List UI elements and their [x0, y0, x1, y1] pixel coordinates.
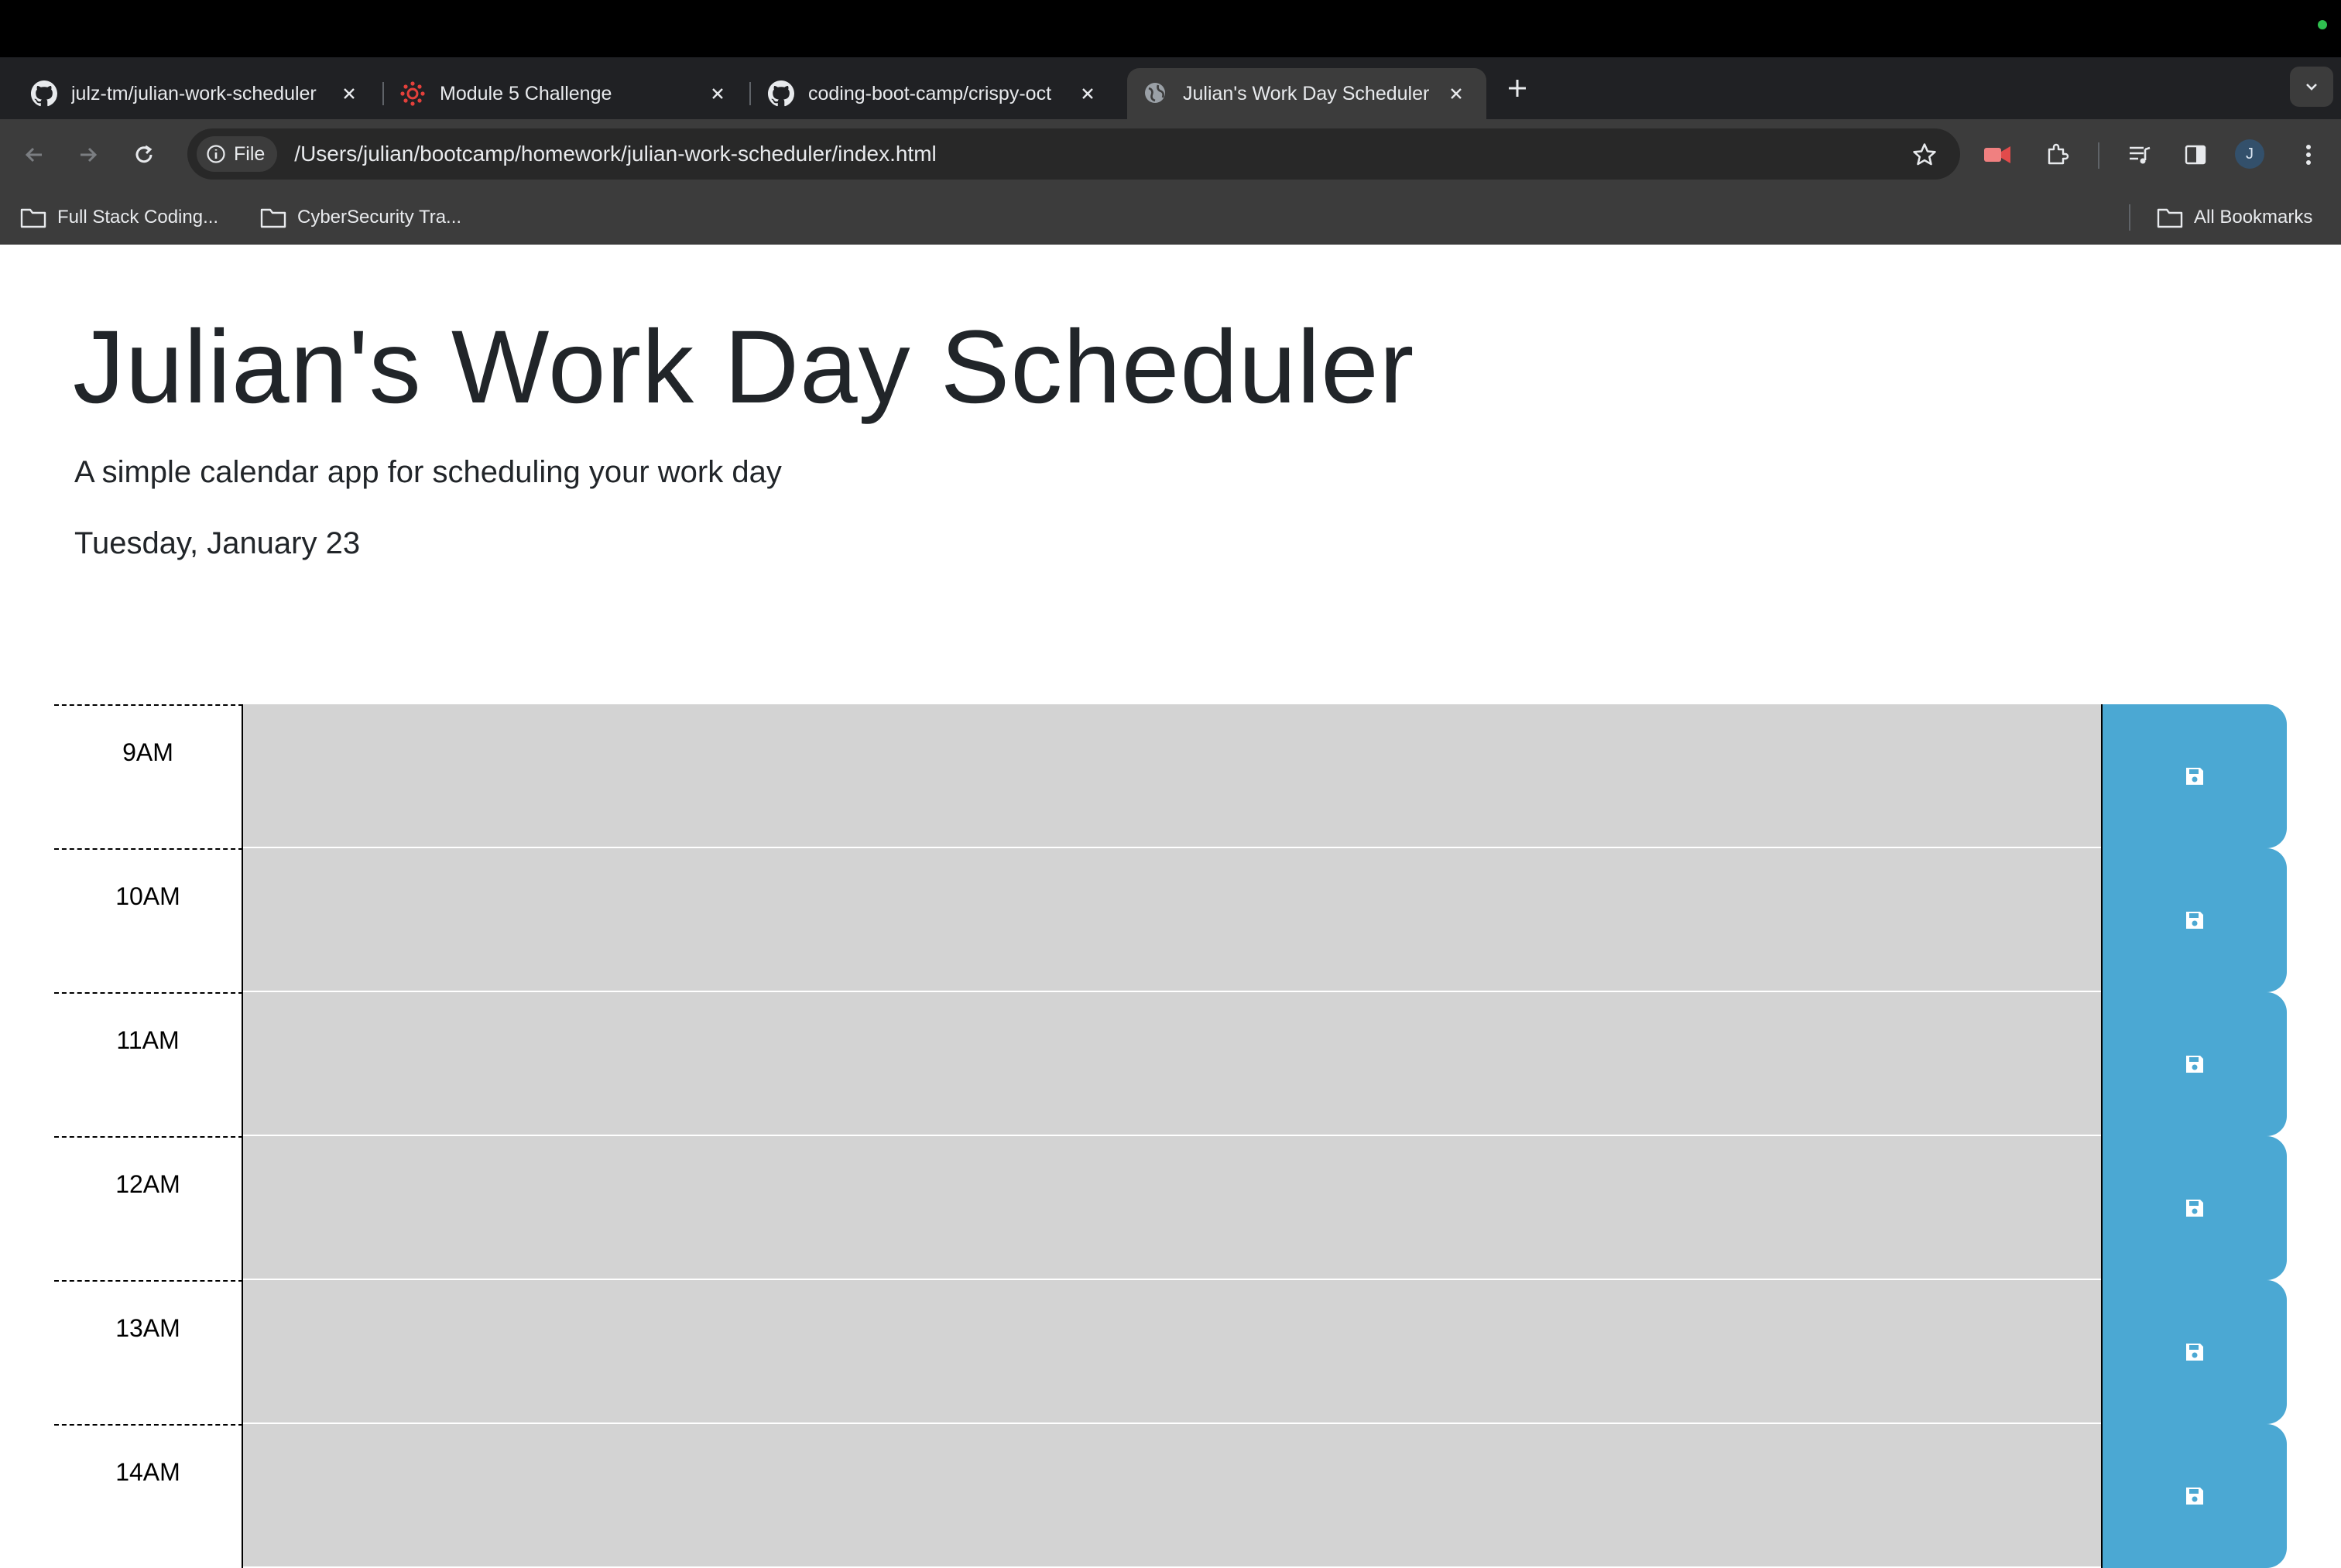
tab-crispy-oct-repo[interactable]: coding-boot-camp/crispy-oct [752, 68, 1118, 119]
bookmark-star-icon[interactable] [1909, 139, 1940, 170]
time-block: 12AM [54, 1136, 2287, 1280]
extensions-puzzle-icon[interactable] [2039, 136, 2076, 173]
save-button[interactable] [2101, 992, 2287, 1136]
time-block: 14AM [54, 1424, 2287, 1568]
save-button[interactable] [2101, 1280, 2287, 1424]
page-content: Julian's Work Day Scheduler A simple cal… [0, 245, 2341, 1568]
url-text[interactable]: /Users/julian/bootcamp/homework/julian-w… [294, 142, 936, 166]
tab-title: coding-boot-camp/crispy-oct [808, 82, 1052, 104]
globe-icon [1143, 80, 1169, 107]
hour-label: 14AM [54, 1424, 243, 1568]
close-tab-icon[interactable] [1076, 82, 1099, 105]
forward-arrow-icon[interactable] [71, 138, 105, 172]
github-icon [768, 80, 794, 107]
scheme-chip-label: File [234, 142, 266, 165]
all-bookmarks-label: All Bookmarks [2194, 207, 2313, 228]
page-title: Julian's Work Day Scheduler [73, 310, 1415, 425]
tab-title: Module 5 Challenge [440, 82, 612, 104]
site-info-chip[interactable]: File [197, 136, 278, 172]
tab-title: julz-tm/julian-work-scheduler [71, 82, 317, 104]
page-subtitle: A simple calendar app for scheduling you… [74, 455, 782, 489]
github-icon [31, 80, 57, 107]
recording-indicator-icon [2318, 20, 2327, 29]
canvas-icon [399, 80, 426, 107]
tab-divider [749, 82, 751, 105]
event-description-input[interactable] [243, 1280, 2101, 1424]
floppy-disk-save-icon [2186, 1488, 2203, 1505]
floppy-disk-save-icon [2186, 912, 2203, 929]
save-button[interactable] [2101, 1136, 2287, 1280]
time-block: 13AM [54, 1280, 2287, 1424]
system-top-bar [0, 0, 2341, 57]
time-block: 9AM [54, 704, 2287, 848]
address-bar[interactable]: File /Users/julian/bootcamp/homework/jul… [187, 128, 1960, 180]
tab-strip: julz-tm/julian-work-scheduler Module 5 C… [0, 57, 2341, 119]
floppy-disk-save-icon [2186, 1200, 2203, 1217]
hour-label: 12AM [54, 1136, 243, 1280]
close-tab-icon[interactable] [706, 82, 729, 105]
more-menu-icon[interactable] [2290, 136, 2327, 173]
close-tab-icon[interactable] [338, 82, 361, 105]
hour-label: 10AM [54, 848, 243, 992]
event-description-input[interactable] [243, 704, 2101, 848]
hour-label: 13AM [54, 1280, 243, 1424]
tab-search-chevron-down-icon[interactable] [2290, 67, 2333, 107]
save-button[interactable] [2101, 848, 2287, 992]
bookmark-label: CyberSecurity Tra... [297, 207, 462, 228]
tab-julian-work-scheduler-repo[interactable]: julz-tm/julian-work-scheduler [15, 68, 379, 119]
folder-icon [20, 208, 46, 228]
event-description-input[interactable] [243, 1136, 2101, 1280]
current-day: Tuesday, January 23 [74, 526, 361, 560]
close-tab-icon[interactable] [1445, 82, 1468, 105]
side-panel-icon[interactable] [2177, 136, 2214, 173]
floppy-disk-save-icon [2186, 1056, 2203, 1073]
back-arrow-icon[interactable] [17, 138, 51, 172]
reload-icon[interactable] [127, 138, 161, 172]
info-icon [207, 145, 225, 163]
floppy-disk-save-icon [2186, 1344, 2203, 1361]
save-button[interactable] [2101, 704, 2287, 848]
event-description-input[interactable] [243, 1424, 2101, 1568]
floppy-disk-save-icon [2186, 768, 2203, 785]
time-block: 10AM [54, 848, 2287, 992]
profile-avatar[interactable]: J [2235, 139, 2264, 169]
tab-module-5-challenge[interactable]: Module 5 Challenge [384, 68, 748, 119]
time-block: 11AM [54, 992, 2287, 1136]
bookmarks-bar: Full Stack Coding... CyberSecurity Tra..… [0, 190, 2341, 245]
folder-icon [260, 208, 286, 228]
bookmark-folder-full-stack[interactable]: Full Stack Coding... [20, 201, 218, 234]
hour-label: 9AM [54, 704, 243, 848]
browser-toolbar: File /Users/julian/bootcamp/homework/jul… [0, 119, 2341, 190]
tab-title: Julian's Work Day Scheduler [1183, 82, 1430, 104]
folder-icon [2157, 208, 2183, 228]
bookmarks-divider [2129, 204, 2130, 231]
toolbar-divider [2098, 142, 2099, 169]
media-controls-icon[interactable] [2121, 136, 2158, 173]
hour-label: 11AM [54, 992, 243, 1136]
bookmark-folder-cybersecurity[interactable]: CyberSecurity Tra... [260, 201, 461, 234]
new-tab-plus-icon[interactable] [1500, 71, 1534, 105]
event-description-input[interactable] [243, 992, 2101, 1136]
tab-work-day-scheduler[interactable]: Julian's Work Day Scheduler [1127, 68, 1486, 119]
time-block-list: 9AM 10AM 11AM 12AM 13AM 14AM [54, 704, 2287, 1568]
screen-recorder-extension-icon[interactable] [1979, 136, 2016, 173]
bookmark-label: Full Stack Coding... [57, 207, 219, 228]
event-description-input[interactable] [243, 848, 2101, 992]
all-bookmarks-folder[interactable]: All Bookmarks [2157, 201, 2312, 234]
save-button[interactable] [2101, 1424, 2287, 1568]
